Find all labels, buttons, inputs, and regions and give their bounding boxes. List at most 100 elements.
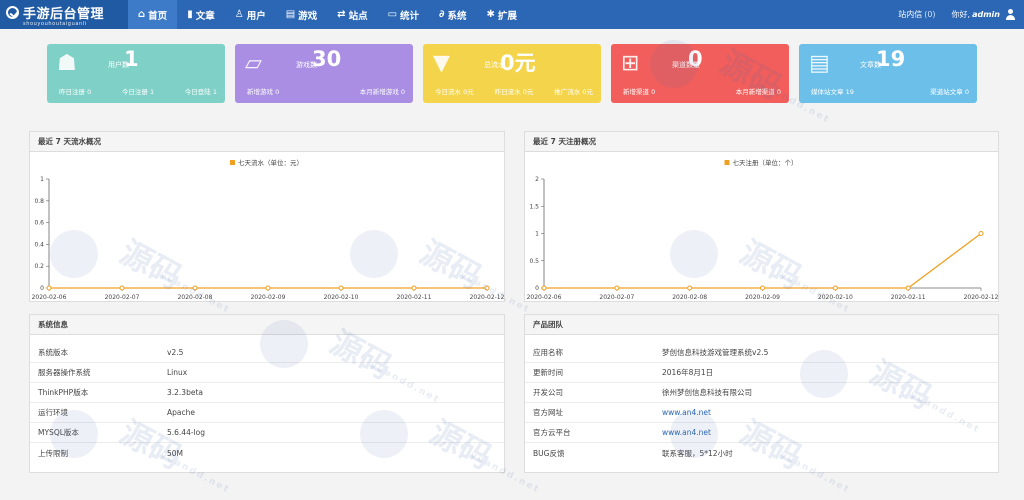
info-key: 更新时间 [533,368,563,377]
nav-item-label: 用户 [246,10,266,22]
data-point[interactable] [265,285,271,291]
info-value: 2016年8月1日 [662,368,714,377]
nav-item-stats[interactable]: ▭ 统计 [378,0,429,29]
data-point[interactable] [192,285,198,291]
table-row: 更新时间 2016年8月1日 [525,363,998,383]
info-link[interactable]: www.an4.net [662,408,998,417]
articles-icon: ▮ [187,9,193,20]
data-point[interactable] [411,285,417,291]
info-key: BUG反馈 [533,448,565,458]
nav-item-users[interactable]: ♙ 用户 [225,0,276,29]
chart-legend: 七天流水（单位：元） [230,158,303,167]
logo-title: 手游后台管理 [23,6,105,22]
info-key: 上传限制 [38,448,68,458]
data-point[interactable] [760,285,765,291]
info-key: 应用名称 [533,348,563,357]
logo-mark-icon [6,5,19,19]
nav-item-label: 游戏 [298,10,318,22]
messages-link[interactable]: 站内信 [898,9,922,20]
stat-card-channels[interactable]: ⊞ 渠道数量 0 新增渠道 0 本月新增渠道 0 [611,44,789,103]
stat-card-footer-item: 新增游戏 0 [247,88,280,96]
articles-icon: ▤ [809,51,830,76]
stat-card-articles[interactable]: ▤ 文章数 19 媒体站文章 19 渠道站文章 0 [799,44,977,103]
info-value: v2.5 [167,348,184,357]
stat-cards: ☗ 用户数 1 昨日注册 0 今日注册 1 今日登陆 1 ▱ 游戏数 30 新增游戏 0 本月新增游… [47,44,977,103]
data-point[interactable] [541,285,547,291]
table-row: ThinkPHP版本 3.2.3beta [30,383,504,403]
stat-card-value: 1 [124,47,139,71]
table-row: 上传限制 50M [30,443,504,463]
info-value: 梦创信息科技游戏管理系统v2.5 [662,348,769,357]
nav-item-label: 系统 [447,10,467,22]
system-info-title: 系统信息 [30,315,504,335]
chart-legend: 七天注册（单位：个） [724,158,798,167]
data-point[interactable] [905,285,911,291]
stat-card-users[interactable]: ☗ 用户数 1 昨日注册 0 今日注册 1 今日登陆 1 [47,44,225,103]
data-point[interactable] [119,285,125,291]
user-icon[interactable] [1005,8,1016,21]
y-tick-label: 1 [40,176,44,183]
x-tick-label: 2020-02-10 [818,294,853,301]
data-point[interactable] [978,231,984,236]
nav-item-games[interactable]: ▤ 游戏 [276,0,327,29]
data-point[interactable] [687,285,693,291]
nav-item-label: 文章 [195,10,215,22]
stat-card-footer-item: 媒体站文章 19 [811,88,854,96]
x-tick-label: 2020-02-09 [251,294,286,301]
info-value: 5.6.44-log [167,428,205,437]
x-tick-label: 2020-02-06 [527,294,562,301]
stat-card-footer: 今日流水 0元 昨日流水 0元 推广流水 0元 [435,86,593,96]
table-row: 运行环境 Apache [30,403,504,423]
y-tick-label: 0.6 [34,220,44,227]
y-tick-label: 0.8 [34,198,44,205]
legend-label: 七天流水（单位：元） [238,158,303,167]
stat-card-games[interactable]: ▱ 游戏数 30 新增游戏 0 本月新增游戏 0 [235,44,413,103]
reg-chart: 七天注册（单位：个） 0 0.5 1 1.5 2 2020-02-06 2020-02-07 2… [527,158,999,301]
nav-item-system[interactable]: ∂ 系统 [429,0,476,29]
y-tick-label: 0.5 [529,258,539,265]
nav-item-extend[interactable]: ✱ 扩展 [477,0,527,29]
nav-item-label: 扩展 [497,10,517,22]
data-point[interactable] [338,285,344,291]
data-point[interactable] [832,285,838,291]
stat-card-footer: 媒体站文章 19 渠道站文章 0 [811,86,969,96]
messages-count[interactable]: (0) [924,10,935,19]
data-point[interactable] [484,285,490,291]
table-row: 服务器操作系统 Linux [30,363,504,383]
data-point[interactable] [46,285,52,291]
x-tick-label: 2020-02-10 [324,294,359,301]
info-value: 3.2.3beta [167,388,203,397]
flow-chart: 七天流水（单位：元） 0 0.2 0.4 0.6 0.8 1 2020-02-06 2020-0… [32,158,505,301]
stat-card-footer-item: 推广流水 0元 [554,88,593,96]
nav-item-home[interactable]: ⌂ 首页 [128,0,178,29]
info-key: 官方云平台 [533,428,571,437]
nav-item-label: 站点 [348,10,368,22]
main-nav: ⌂ 首页 ▮ 文章 ♙ 用户 ▤ 游戏 ⇄ 站点 ▭ 统计 ∂ 系统 ✱ 扩展 [128,0,527,29]
table-row: MYSQL版本 5.6.44-log [30,423,504,443]
x-tick-label: 2020-02-07 [105,294,140,301]
logo[interactable]: 手游后台管理 shouyouhoutaiguanli [0,0,128,29]
x-tick-label: 2020-02-12 [470,294,505,301]
info-value: 50M [167,448,184,458]
stat-card-value: 30 [312,47,342,71]
users-icon: ♙ [234,9,244,20]
logo-subtitle: shouyouhoutaiguanli [23,20,87,27]
nav-item-articles[interactable]: ▮ 文章 [177,0,225,29]
stat-card-value: 0元 [500,51,536,75]
data-point[interactable] [614,285,620,291]
y-tick-label: 0 [40,285,44,292]
stat-card-footer: 新增游戏 0 本月新增游戏 0 [247,86,405,96]
stat-card-revenue[interactable]: ▼ 总流水 0元 今日流水 0元 昨日流水 0元 推广流水 0元 [423,44,601,103]
table-row: 官方网址 www.an4.net [525,403,998,423]
info-key: 系统版本 [38,348,68,357]
nav-item-sites[interactable]: ⇄ 站点 [327,0,377,29]
greeting-text: 你好, [951,10,971,19]
info-value: 徐州梦创信息科技有限公司 [662,388,752,397]
username[interactable]: admin [972,10,1000,19]
info-link[interactable]: www.an4.net [662,428,998,437]
table-row: BUG反馈 联系客服，5*12小时 [525,443,998,463]
info-key: MYSQL版本 [38,428,79,437]
info-value: 联系客服，5*12小时 [662,448,733,458]
info-key: 开发公司 [533,388,563,397]
table-row: 系统版本 v2.5 [30,343,504,363]
